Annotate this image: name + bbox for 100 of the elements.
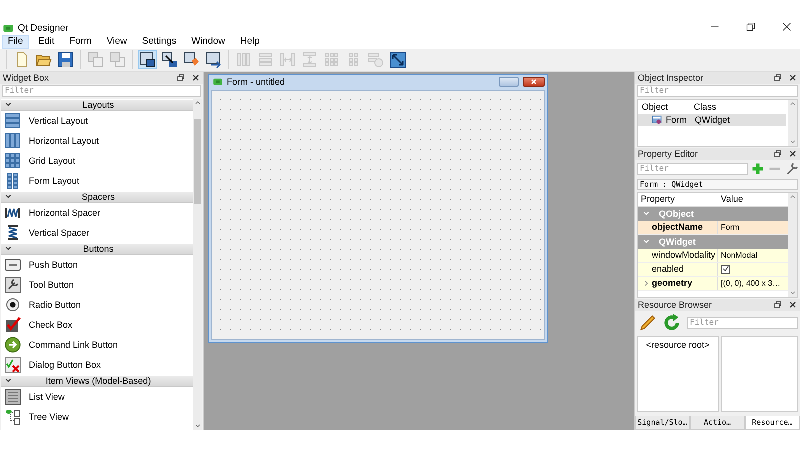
float-icon[interactable] [774, 150, 782, 158]
push-button-icon [5, 256, 21, 273]
menu-item[interactable]: Window [186, 34, 232, 49]
close-icon [530, 78, 538, 86]
scrollbar[interactable] [788, 100, 797, 146]
widget-item[interactable]: List View [1, 386, 193, 407]
menu-item[interactable]: Help [234, 34, 266, 49]
close-button[interactable] [523, 77, 545, 88]
tree-icon [5, 408, 21, 425]
widget-item[interactable]: Form Layout [1, 170, 193, 191]
widget-item[interactable]: Grid Layout [1, 150, 193, 171]
wrench-icon [5, 276, 21, 293]
resize-icon [390, 52, 406, 68]
widget-item[interactable]: Radio Button [1, 294, 193, 315]
menu-item[interactable]: Edit [32, 34, 61, 49]
column-header[interactable]: Object [638, 102, 690, 112]
tab-order-icon [206, 52, 222, 68]
widget-icon [652, 114, 662, 125]
float-icon[interactable] [177, 74, 185, 82]
widget-item[interactable]: Vertical Spacer [1, 222, 193, 243]
checkbox[interactable] [721, 264, 730, 274]
menu-item[interactable]: Form [64, 34, 98, 49]
filter-field[interactable]: Filter [687, 316, 798, 329]
connect-icon [162, 52, 178, 68]
columns-icon [236, 52, 252, 68]
float-icon[interactable] [774, 74, 782, 82]
filter-field[interactable]: Filter [637, 162, 748, 175]
property-name: windowModality [651, 250, 716, 260]
save-icon [58, 52, 74, 68]
category-header[interactable]: Layouts [1, 98, 193, 111]
rows-icon [258, 52, 274, 68]
property-value[interactable]: [(0, 0), 400 x 3… [721, 278, 781, 288]
close-icon[interactable] [789, 300, 797, 309]
widget-item[interactable]: Push Button [1, 254, 193, 275]
spring-icon [5, 224, 21, 241]
plus-icon[interactable] [751, 162, 765, 176]
radio-icon [5, 296, 21, 313]
widget-item[interactable]: Tool Button [1, 274, 193, 295]
grid-icon [324, 52, 340, 68]
category-header[interactable]: Item Views (Model-Based) [1, 374, 193, 387]
wrench-icon[interactable] [785, 162, 799, 176]
close-icon[interactable] [192, 74, 200, 82]
columns-icon [5, 132, 21, 149]
menu-item[interactable]: Settings [136, 34, 183, 49]
float-icon[interactable] [774, 300, 782, 309]
select-widget-icon [140, 52, 156, 68]
close-icon[interactable] [789, 74, 797, 82]
break-layout-icon [368, 52, 384, 68]
save-button[interactable] [56, 50, 75, 70]
widget-item[interactable]: Horizontal Layout [1, 130, 193, 151]
column-header[interactable]: Property [638, 194, 718, 204]
close-icon[interactable] [789, 150, 797, 158]
select-widget-button[interactable] [138, 50, 157, 70]
list-icon [5, 388, 21, 405]
check-cross-icon [5, 356, 21, 373]
menu-item[interactable]: File [2, 34, 30, 49]
widget-item[interactable]: Dialog Button Box [1, 354, 193, 375]
scrollbar[interactable] [193, 98, 202, 430]
connect-button[interactable] [160, 50, 179, 70]
category-header[interactable]: Buttons [1, 242, 193, 255]
column-header[interactable]: Class [690, 102, 717, 112]
tree-row[interactable]: Form QWidget [638, 114, 786, 126]
tab-order-button[interactable] [204, 50, 223, 70]
widget-item[interactable]: Horizontal Spacer [1, 202, 193, 223]
qt-logo-icon [213, 77, 223, 88]
widget-item[interactable]: Command Link Button [1, 334, 193, 355]
reload-icon[interactable] [663, 314, 681, 332]
filter-field[interactable]: Filter [637, 84, 798, 97]
property-value[interactable]: Form [721, 222, 740, 232]
resize-button[interactable] [388, 50, 407, 70]
widget-item[interactable]: Check Box [1, 314, 193, 335]
tree-cell-text: Form [666, 114, 688, 125]
dock-title: Resource Browser [638, 300, 712, 310]
property-value[interactable]: NonModal [721, 250, 758, 260]
column-header[interactable]: Value [718, 194, 788, 204]
tag-icon [184, 52, 200, 68]
filter-field[interactable]: Filter [2, 84, 201, 97]
widget-item[interactable]: Tree View [1, 406, 193, 427]
tree-item[interactable]: <resource root> [646, 340, 710, 350]
grid-icon [5, 152, 21, 169]
dock-title: Widget Box [3, 72, 50, 83]
tree-cell: QWidget [695, 114, 730, 125]
checkbox-icon [5, 316, 21, 333]
window-title: Qt Designer [18, 22, 69, 34]
close-icon[interactable] [782, 22, 792, 32]
qt-logo-icon [3, 22, 14, 34]
overlap-squares-icon [88, 52, 104, 68]
property-name: geometry [651, 278, 693, 288]
menu-item[interactable]: View [100, 34, 134, 49]
property-name: objectName [651, 222, 704, 232]
property-name: enabled [651, 264, 684, 274]
widget-item[interactable]: Vertical Layout [1, 110, 193, 131]
scrollbar[interactable] [788, 192, 797, 297]
restore-icon[interactable] [746, 22, 756, 32]
category-header[interactable]: Spacers [1, 190, 193, 203]
pencil-icon[interactable] [639, 314, 657, 332]
form-grid-icon [5, 172, 21, 189]
scrollbar-thumb[interactable] [194, 118, 201, 204]
arrow-circle-icon [5, 336, 21, 353]
dock-title: Object Inspector [638, 72, 704, 83]
